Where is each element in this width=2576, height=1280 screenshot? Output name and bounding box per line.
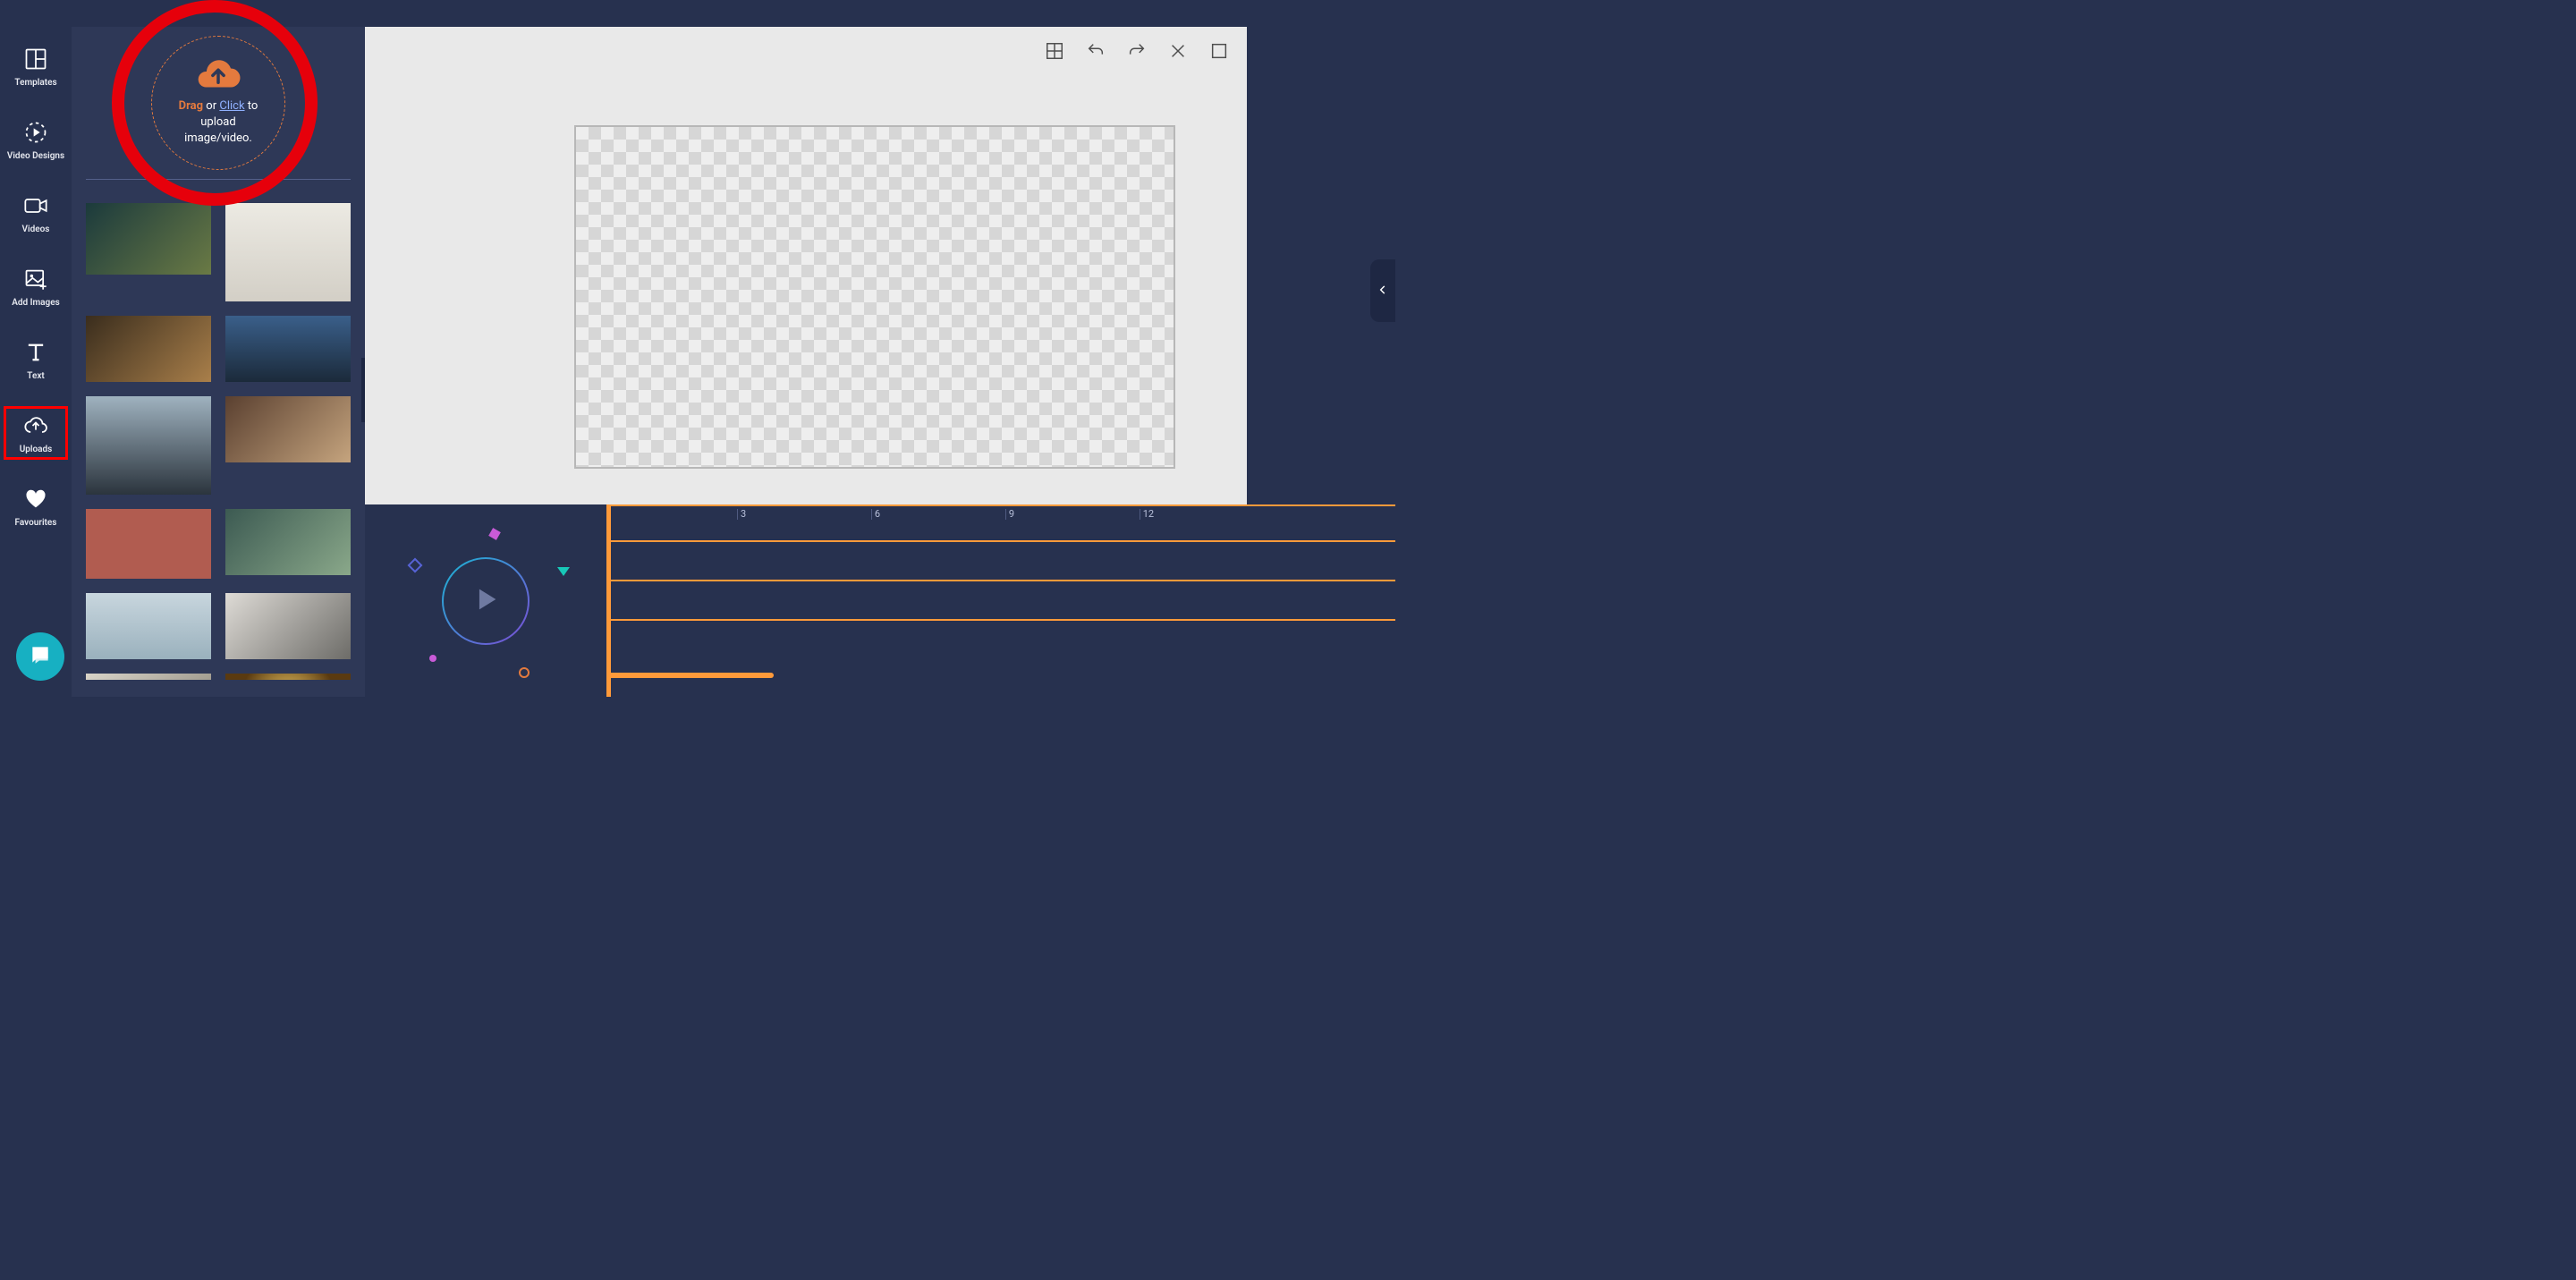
nav-text[interactable]: Text — [4, 333, 68, 386]
upload-thumbnail[interactable] — [86, 593, 211, 659]
upload-dropzone[interactable]: Drag or Click to upload image/video. — [72, 27, 365, 179]
timeline: 3 6 9 12 — [365, 504, 1395, 697]
redo-icon — [1127, 41, 1147, 64]
confetti-decoration — [488, 528, 501, 540]
uploads-thumbnail-grid — [72, 180, 365, 680]
chevron-left-icon — [1377, 283, 1389, 300]
timeline-tick: 9 — [1009, 508, 1014, 520]
canvas-toolbar — [1045, 43, 1229, 63]
undo-button[interactable] — [1086, 43, 1106, 63]
timeline-track[interactable] — [608, 540, 1395, 542]
nav-videos[interactable]: Videos — [4, 186, 68, 240]
play-icon — [470, 584, 501, 618]
confetti-decoration — [557, 567, 570, 576]
upload-thumbnail[interactable] — [225, 509, 351, 575]
upload-thumbnail[interactable] — [86, 509, 211, 579]
redo-button[interactable] — [1127, 43, 1147, 63]
nav-label: Add Images — [12, 298, 60, 308]
timeline-track[interactable] — [608, 580, 1395, 581]
favourites-icon — [22, 486, 49, 513]
confetti-decoration — [519, 667, 530, 678]
confetti-decoration — [408, 558, 423, 573]
play-zone — [365, 504, 606, 697]
nav-templates[interactable]: Templates — [4, 39, 68, 93]
upload-thumbnail[interactable] — [86, 316, 211, 382]
timeline-progress[interactable] — [608, 673, 774, 678]
right-drawer-handle[interactable] — [1370, 259, 1395, 322]
templates-icon — [22, 46, 49, 72]
video-designs-icon — [22, 119, 49, 146]
uploads-panel: Drag or Click to upload image/video. — [72, 27, 365, 697]
grid-icon — [1045, 41, 1064, 64]
upload-thumbnail[interactable] — [225, 674, 351, 680]
upload-thumbnail[interactable] — [86, 203, 211, 275]
timeline-tick: 3 — [741, 508, 746, 520]
text-icon — [22, 339, 49, 366]
canvas-area — [365, 27, 1247, 504]
nav-label: Templates — [14, 78, 56, 88]
play-button[interactable] — [442, 557, 530, 645]
chat-button[interactable] — [16, 632, 64, 681]
close-button[interactable] — [1168, 43, 1188, 63]
upload-thumbnail[interactable] — [225, 203, 351, 301]
videos-icon — [22, 192, 49, 219]
upload-dropzone-text: Drag or Click to upload image/video. — [179, 98, 258, 148]
upload-thumbnail[interactable] — [86, 674, 211, 680]
timeline-ruler[interactable]: 3 6 9 12 — [606, 504, 1395, 530]
nav-label: Text — [27, 371, 45, 381]
nav-favourites[interactable]: Favourites — [4, 479, 68, 533]
timeline-track[interactable] — [608, 619, 1395, 621]
upload-thumbnail[interactable] — [86, 396, 211, 495]
close-icon — [1168, 41, 1188, 64]
nav-label: Favourites — [15, 518, 57, 528]
timeline-tick: 6 — [875, 508, 880, 520]
nav-uploads[interactable]: Uploads — [4, 406, 68, 460]
stop-icon — [1209, 41, 1229, 64]
upload-thumbnail[interactable] — [225, 396, 351, 462]
chat-icon — [29, 643, 52, 670]
canvas-stage[interactable] — [574, 125, 1175, 469]
stop-button[interactable] — [1209, 43, 1229, 63]
upload-thumbnail[interactable] — [225, 316, 351, 382]
nav-video-designs[interactable]: Video Designs — [4, 113, 68, 166]
undo-icon — [1086, 41, 1106, 64]
confetti-decoration — [429, 655, 436, 662]
cloud-upload-icon — [193, 59, 243, 95]
nav-rail: Templates Video Designs Videos Add Image… — [0, 0, 72, 697]
nav-add-images[interactable]: Add Images — [4, 259, 68, 313]
uploads-icon — [22, 412, 49, 439]
add-images-icon — [22, 266, 49, 292]
grid-button[interactable] — [1045, 43, 1064, 63]
timeline-tick: 12 — [1143, 508, 1154, 520]
nav-label: Uploads — [20, 445, 53, 454]
upload-dropzone-circle: Drag or Click to upload image/video. — [151, 36, 285, 170]
nav-label: Video Designs — [7, 151, 64, 161]
top-bar — [0, 0, 1395, 27]
nav-label: Videos — [22, 225, 50, 234]
timeline-tracks — [606, 540, 1395, 674]
upload-thumbnail[interactable] — [225, 593, 351, 659]
